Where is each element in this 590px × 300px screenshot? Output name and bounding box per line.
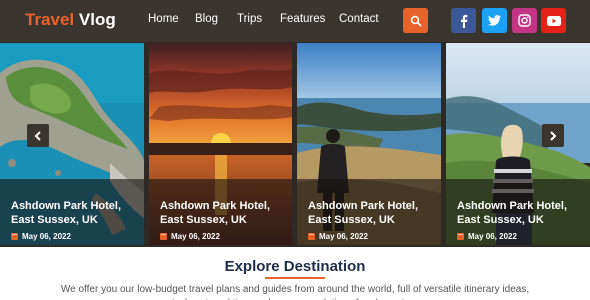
- header: Travel Vlog Home Blog Trips Features Con…: [0, 0, 590, 42]
- card-title: Ashdown Park Hotel, East Sussex, UK: [160, 200, 271, 226]
- youtube-button[interactable]: [541, 8, 566, 33]
- brand-part-1: Travel: [25, 10, 75, 29]
- card-date-text: May 06, 2022: [319, 232, 368, 241]
- nav-trips[interactable]: Trips: [237, 13, 262, 25]
- search-icon: [410, 15, 421, 26]
- card-date-text: May 06, 2022: [22, 232, 71, 241]
- brand-logo[interactable]: Travel Vlog: [25, 10, 116, 30]
- card-date: May 06, 2022: [457, 232, 517, 241]
- card-date-text: May 06, 2022: [171, 232, 220, 241]
- card-date-text: May 06, 2022: [468, 232, 517, 241]
- twitter-button[interactable]: [482, 8, 507, 33]
- brand-part-2: Vlog: [78, 10, 116, 29]
- instagram-icon: [518, 14, 531, 27]
- chevron-left-icon: [34, 130, 41, 141]
- youtube-icon: [546, 15, 561, 26]
- nav-blog[interactable]: Blog: [195, 13, 218, 25]
- search-button[interactable]: [403, 8, 428, 33]
- nav-home[interactable]: Home: [148, 13, 179, 25]
- slide-card[interactable]: Ashdown Park Hotel, East Sussex, UK May …: [0, 43, 144, 245]
- section-description: We offer you our low-budget travel plans…: [60, 284, 530, 300]
- twitter-icon: [488, 15, 501, 26]
- instagram-button[interactable]: [512, 8, 537, 33]
- card-title: Ashdown Park Hotel, East Sussex, UK: [308, 200, 419, 226]
- calendar-icon: [308, 233, 315, 240]
- calendar-icon: [160, 233, 167, 240]
- slide-card[interactable]: Ashdown Park Hotel, East Sussex, UK May …: [149, 43, 292, 245]
- card-date: May 06, 2022: [11, 232, 71, 241]
- card-title: Ashdown Park Hotel, East Sussex, UK: [457, 200, 568, 226]
- nav-contact[interactable]: Contact: [339, 13, 379, 25]
- card-date: May 06, 2022: [160, 232, 220, 241]
- section-title: Explore Destination: [224, 258, 366, 275]
- calendar-icon: [11, 233, 18, 240]
- slide-card[interactable]: Ashdown Park Hotel, East Sussex, UK May …: [446, 43, 590, 245]
- nav-features[interactable]: Features: [280, 13, 325, 25]
- card-date: May 06, 2022: [308, 232, 368, 241]
- calendar-icon: [457, 233, 464, 240]
- card-title: Ashdown Park Hotel, East Sussex, UK: [11, 200, 122, 226]
- facebook-button[interactable]: [451, 8, 476, 33]
- facebook-icon: [460, 14, 467, 28]
- slide-card[interactable]: Ashdown Park Hotel, East Sussex, UK May …: [297, 43, 441, 245]
- destination-slider: Ashdown Park Hotel, East Sussex, UK May …: [0, 42, 590, 247]
- slider-next-button[interactable]: [542, 124, 564, 147]
- slider-prev-button[interactable]: [27, 124, 49, 147]
- title-underline: [265, 277, 325, 279]
- chevron-right-icon: [550, 130, 557, 141]
